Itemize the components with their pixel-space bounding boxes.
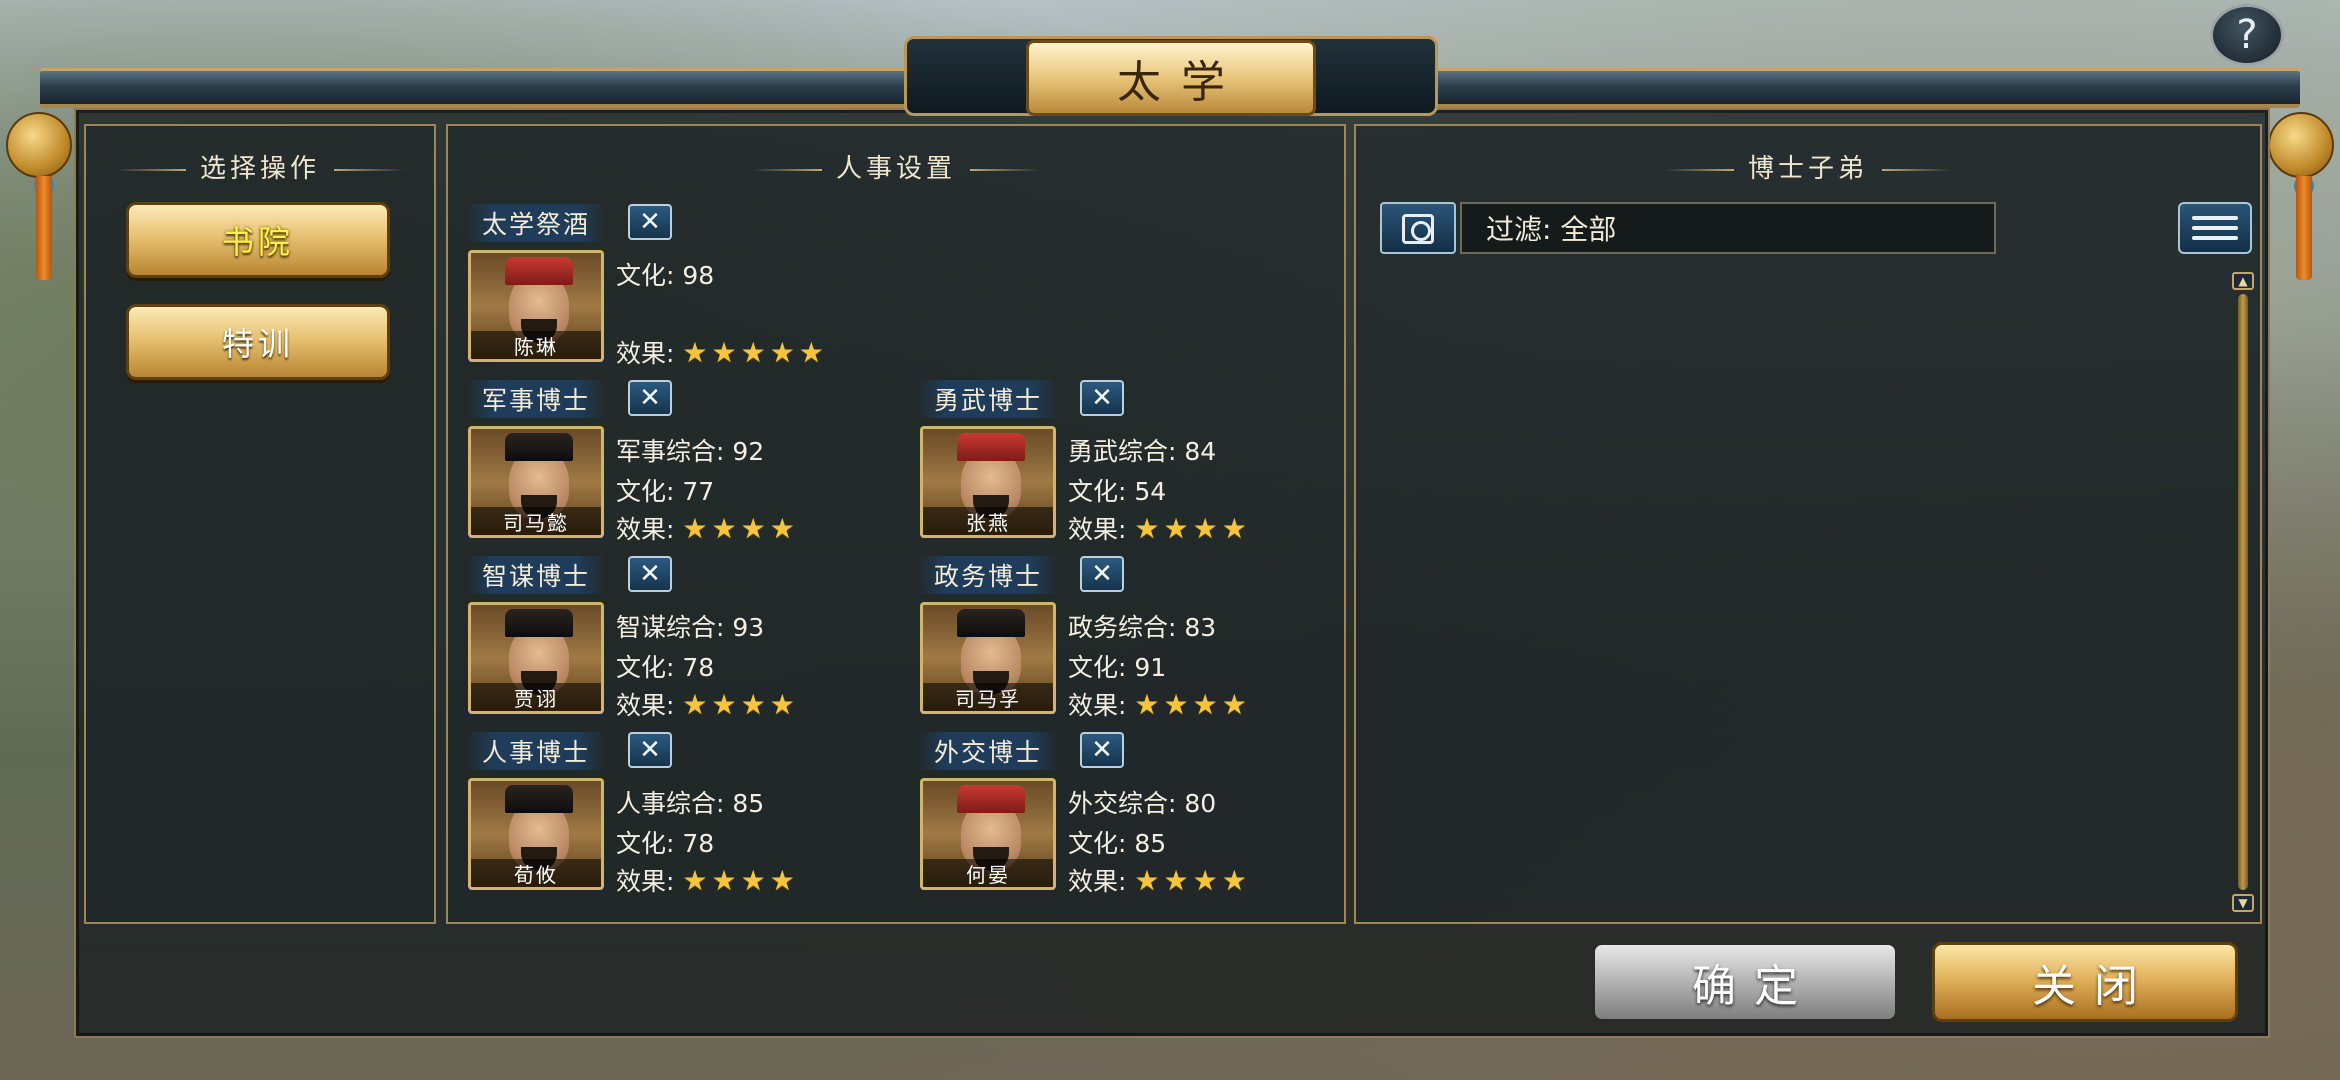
slot-role-label: 政务博士 [918,556,1058,594]
effect-label: 效果: [1068,867,1127,896]
close-icon: ✕ [1091,559,1113,589]
student-list-scrollbar[interactable]: ▲ ▼ [2232,272,2254,912]
effect-stars: ★★★★★ [682,336,828,369]
officer-stat: 文化: 78 [616,829,715,858]
remove-officer-button[interactable]: ✕ [1080,732,1124,768]
officer-stat: 文化: 77 [616,477,715,506]
officer-stat: 人事综合: 85 [616,789,765,818]
effect-row: 效果: ★★★★ [1068,862,1251,898]
remove-officer-button[interactable]: ✕ [628,204,672,240]
close-icon: ✕ [639,559,661,589]
portrait-hat [957,785,1025,813]
portrait-hair [505,785,573,813]
close-button[interactable]: 关闭 [1932,942,2238,1022]
academy-button[interactable]: 书院 [126,202,390,278]
effect-stars: ★★★★ [682,512,799,545]
right-tassel [2296,176,2312,280]
officer-name: 司马孚 [923,683,1053,711]
close-icon: ✕ [1091,383,1113,413]
portrait-headband [957,433,1025,461]
officer-portrait[interactable]: 司马懿 [468,426,604,538]
officer-stat: 军事综合: 92 [616,437,765,466]
effect-stars: ★★★★ [1134,512,1251,545]
officer-portrait[interactable]: 何晏 [920,778,1056,890]
officer-name: 何晏 [923,859,1053,887]
confirm-button[interactable]: 确定 [1592,942,1898,1022]
close-icon: ✕ [639,735,661,765]
portrait-hat [505,433,573,461]
slot-role-label: 智谋博士 [466,556,606,594]
left-tassel [36,176,52,280]
portrait-hat [505,257,573,285]
slot-role-label: 勇武博士 [918,380,1058,418]
officer-portrait[interactable]: 贾诩 [468,602,604,714]
list-icon [2192,216,2238,220]
officer-stat: 智谋综合: 93 [616,613,765,642]
remove-officer-button[interactable]: ✕ [628,732,672,768]
personnel-title: 人事设置 [448,148,1344,185]
officer-stat: 文化: 54 [1068,477,1167,506]
effect-label: 效果: [1068,515,1127,544]
officer-stat: 政务综合: 83 [1068,613,1217,642]
officer-portrait[interactable]: 张燕 [920,426,1056,538]
right-finial-ornament [2268,112,2334,178]
officer-stat: 文化: 91 [1068,653,1167,682]
officer-name: 陈琳 [471,331,601,359]
window-title: 太学 [1026,40,1316,116]
officer-portrait[interactable]: 荀攸 [468,778,604,890]
effect-label: 效果: [616,339,675,368]
effect-label: 效果: [616,867,675,896]
remove-officer-button[interactable]: ✕ [1080,556,1124,592]
search-icon [1402,214,1434,244]
slot-role-label: 军事博士 [466,380,606,418]
effect-row: 效果: ★★★★ [1068,686,1251,722]
game-screen: 太学 ? 选择操作 书院 特训 人事设置 太学祭酒 ✕ 陈琳 文化: 98 效果… [0,0,2340,1080]
effect-label: 效果: [616,515,675,544]
list-view-button[interactable] [2178,202,2252,254]
portrait-hat [957,609,1025,637]
officer-stat: 文化: 78 [616,653,715,682]
remove-officer-button[interactable]: ✕ [1080,380,1124,416]
officer-name: 贾诩 [471,683,601,711]
officer-stat: 文化: 85 [1068,829,1167,858]
officer-stat: 勇武综合: 84 [1068,437,1217,466]
scroll-up-icon[interactable]: ▲ [2232,272,2254,290]
filter-button[interactable] [1380,202,1456,254]
officer-stat: 外交综合: 80 [1068,789,1217,818]
slot-role-label: 外交博士 [918,732,1058,770]
effect-label: 效果: [616,691,675,720]
special-training-button[interactable]: 特训 [126,304,390,380]
effect-row: 效果: ★★★★★ [616,334,828,370]
close-icon: ✕ [1091,735,1113,765]
officer-stat: 文化: 98 [616,261,715,290]
action-select-title: 选择操作 [86,148,434,185]
effect-stars: ★★★★ [1134,864,1251,897]
filter-field[interactable]: 过滤: 全部 [1460,202,1996,254]
effect-stars: ★★★★ [682,688,799,721]
left-finial-ornament [6,112,72,178]
officer-name: 张燕 [923,507,1053,535]
slot-role-label: 太学祭酒 [466,204,606,242]
slot-role-label: 人事博士 [466,732,606,770]
officer-name: 荀攸 [471,859,601,887]
close-icon: ✕ [639,207,661,237]
remove-officer-button[interactable]: ✕ [628,380,672,416]
students-title: 博士子弟 [1356,148,2260,185]
help-button[interactable]: ? [2210,4,2284,66]
effect-row: 效果: ★★★★ [616,862,799,898]
effect-row: 效果: ★★★★ [1068,510,1251,546]
officer-portrait[interactable]: 陈琳 [468,250,604,362]
effect-stars: ★★★★ [682,864,799,897]
scroll-thumb[interactable] [2238,294,2248,890]
scroll-down-icon[interactable]: ▼ [2232,894,2254,912]
portrait-hair [505,609,573,637]
effect-stars: ★★★★ [1134,688,1251,721]
remove-officer-button[interactable]: ✕ [628,556,672,592]
effect-label: 效果: [1068,691,1127,720]
officer-name: 司马懿 [471,507,601,535]
officer-portrait[interactable]: 司马孚 [920,602,1056,714]
effect-row: 效果: ★★★★ [616,510,799,546]
close-icon: ✕ [639,383,661,413]
effect-row: 效果: ★★★★ [616,686,799,722]
